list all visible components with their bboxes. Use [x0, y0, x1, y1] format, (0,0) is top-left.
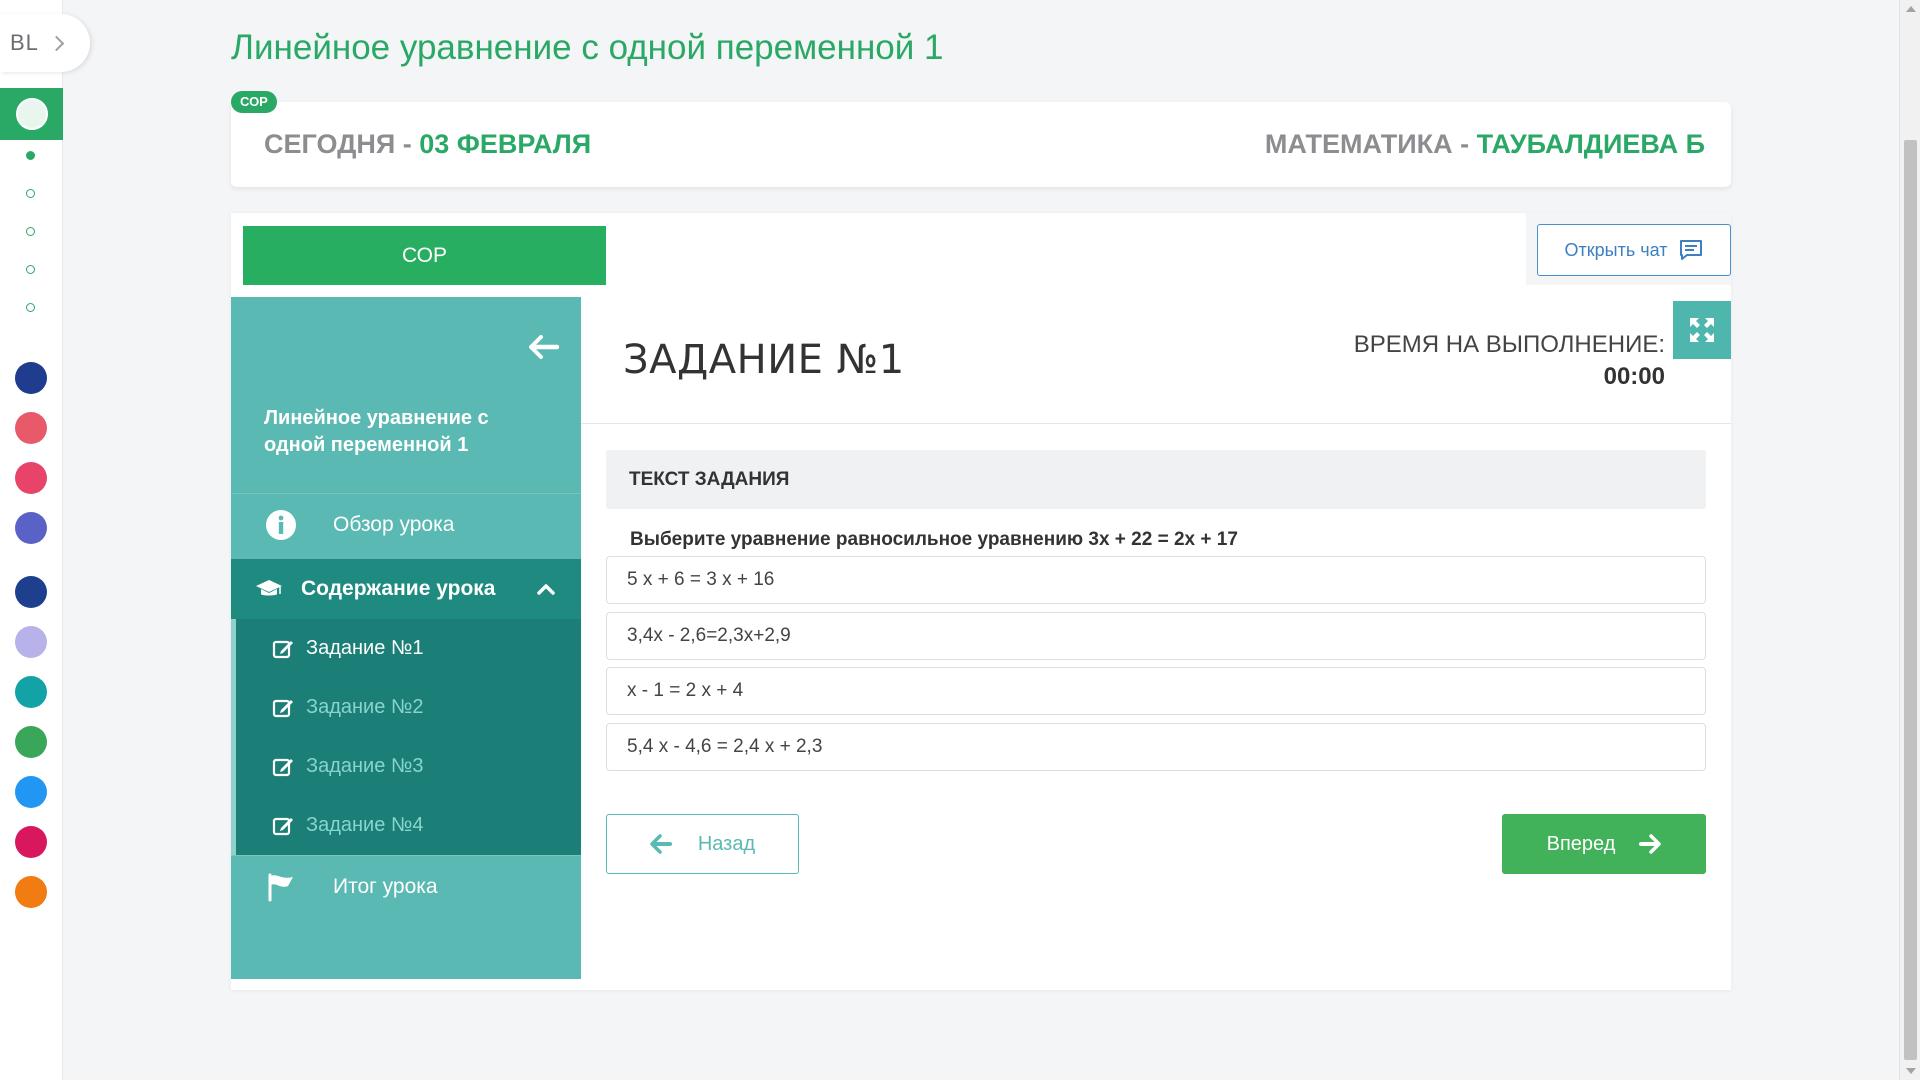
task-label: Задание №2 — [306, 696, 424, 718]
expand-icon — [1690, 318, 1714, 342]
chevron-right-icon — [48, 35, 65, 51]
next-button[interactable]: Вперед — [1502, 814, 1706, 874]
bilim-tutor-icon[interactable] — [15, 362, 47, 394]
time-label: ВРЕМЯ НА ВЫПОЛНЕНИЕ: — [1353, 331, 1665, 358]
date-value: 03 ФЕВРАЛЯ — [419, 129, 592, 159]
sidebar-item-label: Содержание урока — [301, 577, 496, 600]
task-label: Задание №4 — [306, 814, 424, 836]
tab-strip: СОР — [231, 213, 1526, 285]
open-chat-label: Открыть чат — [1564, 239, 1668, 260]
sidebar-item-label: Итог урока — [333, 875, 438, 898]
sidebar-item-summary[interactable]: Итог урока — [231, 855, 581, 918]
edit-icon — [272, 640, 293, 658]
time-value: 00:00 — [1603, 363, 1665, 390]
answer-option-4[interactable]: 5,4 x - 4,6 = 2,4 x + 2,3 — [606, 723, 1706, 771]
sor-badge: СОР — [231, 91, 277, 113]
app-rail: BL — [0, 0, 90, 1080]
scroll-up-icon[interactable] — [1906, 6, 1916, 12]
sidebar-task-2[interactable]: Задание №2 — [236, 678, 581, 737]
scroll-down-icon[interactable] — [1906, 1068, 1916, 1074]
page-title: Линейное уравнение с одной переменной 1 — [231, 28, 944, 67]
back-button[interactable]: Назад — [606, 814, 799, 874]
edit-icon — [272, 758, 293, 776]
twig-icon[interactable] — [15, 826, 47, 858]
next-button-label: Вперед — [1546, 832, 1616, 855]
task-label: Задание №3 — [306, 755, 424, 777]
subject-prefix: МАТЕМАТИКА - — [1264, 129, 1477, 159]
task-text-header: ТЕКСТ ЗАДАНИЯ — [606, 450, 1706, 509]
smart-nation-icon[interactable] — [15, 576, 47, 608]
bilim-teacher-icon[interactable] — [15, 676, 47, 708]
sidebar-task-3[interactable]: Задание №3 — [236, 737, 581, 796]
divider — [581, 423, 1731, 424]
fullscreen-button[interactable] — [1673, 301, 1731, 359]
sidebar-lesson-title: Линейное уравнение с одной переменной 1 — [264, 407, 489, 456]
edit-icon — [272, 699, 293, 717]
sidebar-item-content[interactable]: Содержание урока — [231, 559, 581, 619]
rail-dot-4[interactable] — [26, 265, 35, 274]
online-mektep-icon — [15, 98, 48, 130]
page-scrollbar[interactable] — [1899, 0, 1920, 1080]
teacher-name: ТАУБАЛДИЕВА Б — [1476, 129, 1705, 159]
date-prefix: СЕГОДНЯ - — [264, 129, 420, 159]
date-line: СЕГОДНЯ - 03 ФЕВРАЛЯ — [264, 129, 591, 160]
tab-sor[interactable]: СОР — [243, 226, 606, 285]
arrow-left-icon — [650, 834, 672, 854]
rail-logo-toggle[interactable]: BL — [0, 14, 90, 72]
edit-icon — [272, 817, 293, 835]
chat-icon — [1680, 240, 1703, 260]
answer-option-1[interactable]: 5 x + 6 = 3 x + 16 — [606, 556, 1706, 604]
task-label: Задание №1 — [306, 637, 424, 659]
sidebar-task-4[interactable]: Задание №4 — [236, 796, 581, 855]
date-card: СЕГОДНЯ - 03 ФЕВРАЛЯ МАТЕМАТИКА - ТАУБАЛ… — [231, 102, 1731, 187]
info-icon — [264, 508, 298, 542]
lesson-sidebar: Линейное уравнение с одной переменной 1 … — [231, 297, 581, 979]
rail-app-online-mektep[interactable] — [0, 88, 63, 140]
rail-dot-2[interactable] — [26, 189, 35, 198]
arrow-right-icon — [1639, 834, 1662, 854]
answer-option-2[interactable]: 3,4x - 2,6=2,3x+2,9 — [606, 612, 1706, 660]
bilim-shop-icon[interactable] — [15, 462, 47, 494]
open-chat-button[interactable]: Открыть чат — [1537, 224, 1731, 276]
task-title: ЗАДАНИЕ №1 — [623, 337, 905, 383]
scroll-thumb[interactable] — [1904, 140, 1917, 1060]
task-list: Задание №1 Задание №2 Задание №3 Задание… — [231, 619, 581, 855]
chevron-up-icon — [537, 583, 555, 595]
bilim-land-icon[interactable] — [15, 726, 47, 758]
back-arrow-icon[interactable] — [529, 335, 560, 359]
bilim-ustaz-icon[interactable] — [15, 412, 47, 444]
sidebar-task-1[interactable]: Задание №1 — [236, 619, 581, 678]
sidebar-item-overview[interactable]: Обзор урока — [231, 493, 581, 556]
task-question: Выберите уравнение равносильное уравнени… — [630, 529, 1238, 550]
sidebar-item-label: Обзор урока — [333, 513, 455, 536]
graduation-cap-icon — [255, 578, 283, 600]
bilim-academy-icon[interactable] — [15, 512, 47, 544]
logo-text: BL — [10, 30, 39, 55]
answer-option-3[interactable]: x - 1 = 2 x + 4 — [606, 667, 1706, 715]
test-app-icon[interactable] — [15, 776, 47, 808]
back-button-label: Назад — [697, 832, 756, 855]
rail-dot-3[interactable] — [26, 227, 35, 236]
bilim-card-icon[interactable] — [15, 626, 47, 658]
flag-icon — [264, 870, 298, 904]
subject-line: МАТЕМАТИКА - ТАУБАЛДИЕВА Б — [1265, 129, 1705, 160]
lesson-card: СОР Открыть чат Линейное уравнение с одн… — [231, 213, 1731, 990]
orange-app-icon[interactable] — [15, 876, 47, 908]
rail-dot-1[interactable] — [26, 151, 35, 160]
rail-dot-5[interactable] — [26, 303, 35, 312]
